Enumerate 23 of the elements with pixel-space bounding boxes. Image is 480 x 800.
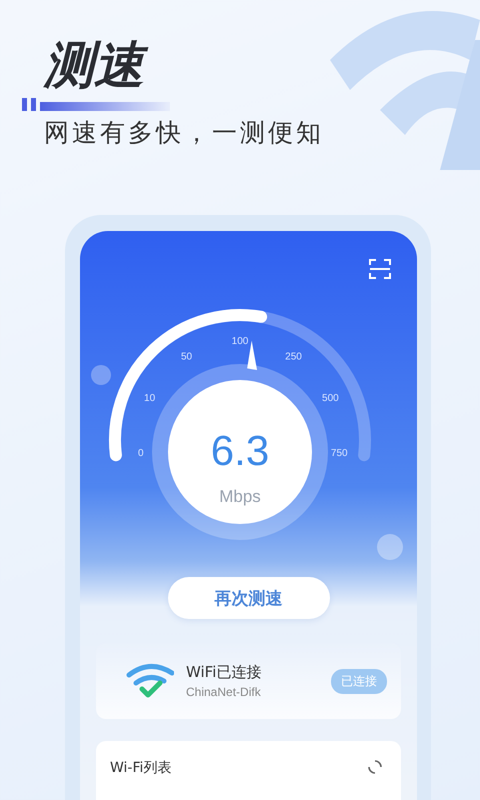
speed-value: 6.3 — [210, 427, 270, 474]
connected-badge: 已连接 — [331, 668, 387, 694]
refresh-icon[interactable] — [367, 759, 383, 775]
gauge-tick-label: 100 — [232, 336, 248, 347]
bubble-decoration-icon — [377, 534, 403, 560]
speed-unit: Mbps — [219, 487, 261, 506]
stripe-decoration-icon — [22, 96, 172, 112]
bubble-decoration-icon — [91, 365, 111, 385]
gauge-tick-label: 0 — [138, 448, 144, 460]
gauge-tick-label: 500 — [322, 393, 339, 404]
wifi-check-icon — [126, 663, 174, 699]
wifi-status-title: WiFi已连接 — [186, 663, 262, 682]
gauge-tick-label: 250 — [285, 352, 302, 362]
gauge-tick-label: 750 — [330, 448, 348, 460]
page-subtitle: 网速有多快，一测便知 — [44, 117, 325, 149]
scan-icon[interactable] — [369, 259, 391, 279]
page-title: 测速 — [40, 36, 154, 95]
network-name: ChinaNet-Difk — [186, 685, 262, 699]
wifi-list-title: Wi-Fi列表 — [110, 759, 172, 777]
gauge-tick-label: 50 — [180, 352, 192, 362]
gauge-needle — [247, 340, 258, 370]
retest-button[interactable]: 再次测速 — [168, 577, 330, 619]
gauge-tick-label: 10 — [144, 393, 156, 404]
